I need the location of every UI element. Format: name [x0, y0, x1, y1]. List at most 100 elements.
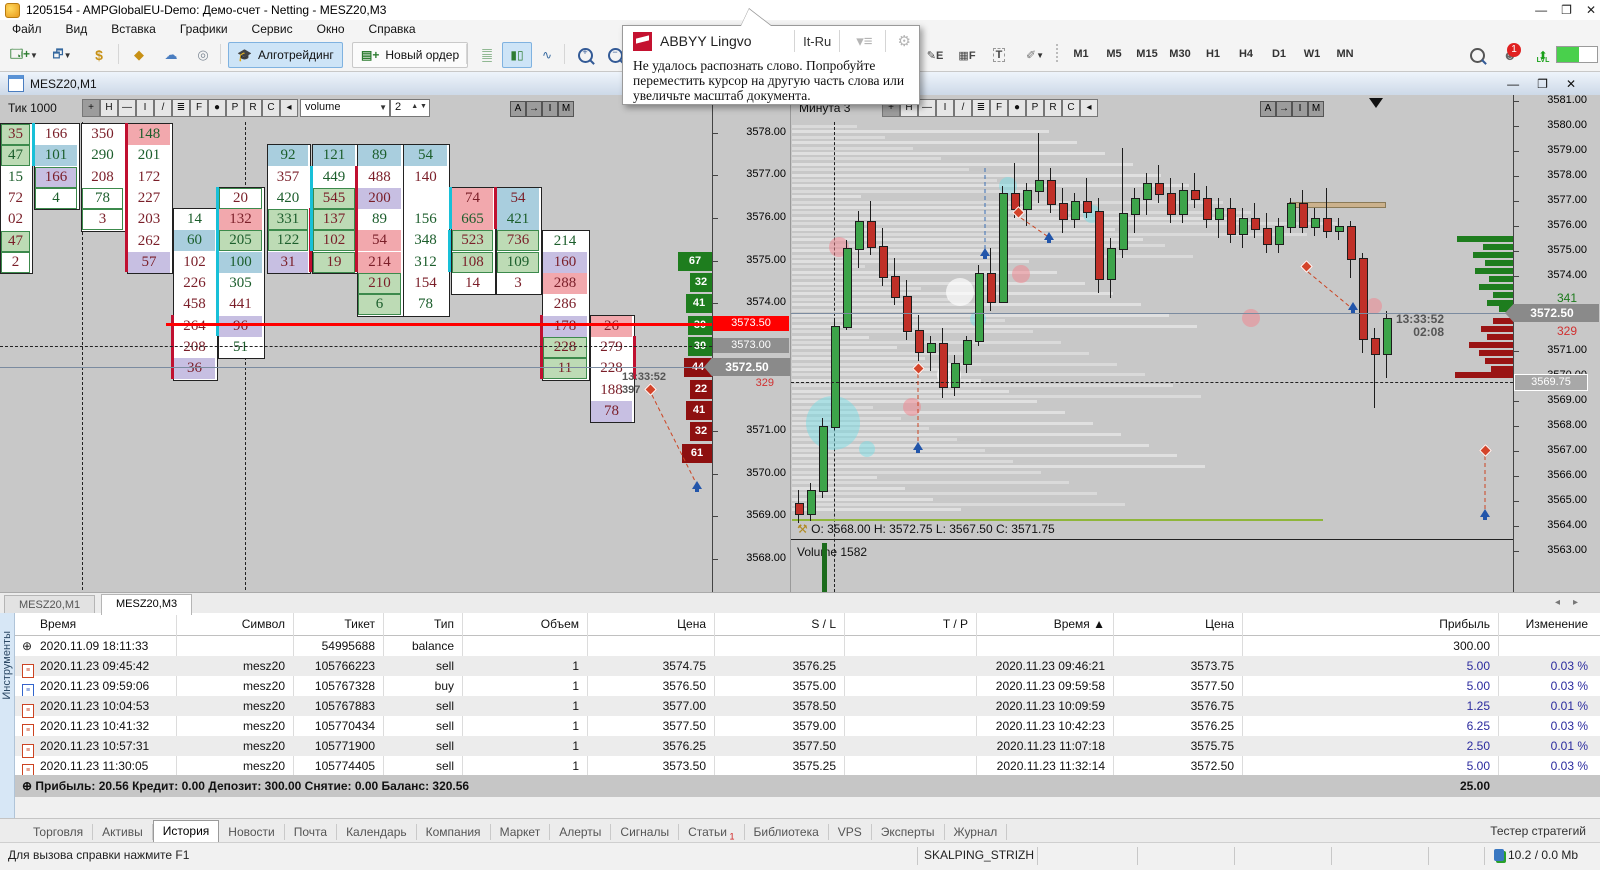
table-row[interactable]: ≡ 2020.11.23 11:30:05 mesz20 105774405 sell 1… [14, 756, 1600, 778]
timeframe-D1[interactable]: D1 [1264, 43, 1294, 65]
gear-icon[interactable]: ⚙ [898, 32, 911, 50]
zoom-in-icon[interactable]: + [570, 42, 600, 68]
toolbox-tab-Сигналы[interactable]: Сигналы [611, 823, 680, 840]
lvl-icon[interactable]: ⬆ LVL [1530, 42, 1556, 68]
right-price-axis[interactable] [1513, 95, 1514, 592]
table-row[interactable]: ≡ 2020.11.23 10:57:31 mesz20 105771900 sell 1… [14, 736, 1600, 758]
corner-btn-→-right[interactable]: → [1276, 101, 1292, 117]
signal-icon[interactable]: ◎ [188, 42, 218, 68]
toolbox-tab-Компания[interactable]: Компания [417, 823, 491, 840]
chart-tool-—-left[interactable]: — [118, 99, 136, 117]
column-header-Цена[interactable]: Цена [1119, 614, 1234, 635]
chart-tool-/-right[interactable]: / [954, 99, 972, 117]
text-label-icon[interactable]: T [984, 42, 1014, 68]
chart-tool-●-left[interactable]: ● [208, 99, 226, 117]
menu-Файл[interactable]: Файл [0, 22, 54, 36]
chart-tool-P-right[interactable]: P [1026, 99, 1044, 117]
new-order-button[interactable]: ▤+ Новый ордер [352, 42, 469, 68]
chart-tool-◂-right[interactable]: ◂ [1080, 99, 1098, 117]
menu-Графики[interactable]: Графики [168, 22, 240, 36]
corner-btn-M-right[interactable]: M [1308, 101, 1324, 117]
toolbox-tab-Эксперты[interactable]: Эксперты [872, 823, 945, 840]
column-header-Прибыль[interactable]: Прибыль [1248, 614, 1490, 635]
toolbox-tab-Библиотека[interactable]: Библиотека [745, 823, 829, 840]
chart-tool-≣-right[interactable]: ≣ [972, 99, 990, 117]
menu-Сервис[interactable]: Сервис [240, 22, 305, 36]
toolbox-tab-Торговля[interactable]: Торговля [24, 823, 94, 840]
column-header-S / L[interactable]: S / L [720, 614, 836, 635]
timeframe-W1[interactable]: W1 [1297, 43, 1327, 65]
timeframe-H1[interactable]: H1 [1198, 43, 1228, 65]
timeframe-M15[interactable]: M15 [1132, 43, 1162, 65]
chart-tool-H-left[interactable]: H [100, 99, 118, 117]
toolbox-tab-Активы[interactable]: Активы [93, 823, 153, 840]
chart-tool-F-left[interactable]: F [190, 99, 208, 117]
chart-tool-I-left[interactable]: I [136, 99, 154, 117]
scroll-to-end-icon[interactable] [1369, 98, 1383, 108]
table-row[interactable]: ⊕ 2020.11.09 18:11:33 54995688 balance 300.0… [14, 636, 1600, 656]
chart-tool-◂-left[interactable]: ◂ [280, 99, 298, 117]
graduation-cap-icon[interactable]: ▾≡ [856, 32, 872, 50]
timeframe-H4[interactable]: H4 [1231, 43, 1261, 65]
menu-Окно[interactable]: Окно [305, 22, 357, 36]
entry-price-line[interactable] [166, 323, 712, 326]
cloud-icon[interactable]: ☁ [156, 42, 186, 68]
candle-chart-pane[interactable]: Минута 3 + H — I / ≣ F ● P R C ◂ A → I M 3581.00 3580.00 35… [790, 95, 1600, 592]
table-row[interactable]: ≡ 2020.11.23 09:59:06 mesz20 105767328 buy 1 3… [14, 676, 1600, 698]
column-header-Цена[interactable]: Цена [593, 614, 706, 635]
minimize-icon[interactable]: — [1535, 3, 1547, 17]
timeframe-M30[interactable]: M30 [1165, 43, 1195, 65]
notifications-icon[interactable]: ☻1 [1494, 42, 1526, 68]
toolbox-tab-Почта[interactable]: Почта [285, 823, 338, 840]
indicator-f-icon[interactable]: ▦F [952, 42, 982, 68]
tab-scroll-left-icon[interactable]: ◂ [1555, 597, 1560, 608]
timeframe-M5[interactable]: M5 [1099, 43, 1129, 65]
wallet-icon[interactable]: ◆ [124, 42, 154, 68]
column-header-Объем[interactable]: Объем [468, 614, 579, 635]
column-header-Время[interactable]: Время ▲ [982, 614, 1105, 635]
style-icon[interactable]: ✐ ▼ [1016, 42, 1054, 68]
candles-chart-icon[interactable]: ▮▯ [502, 42, 532, 68]
toolbox-tab-Новости[interactable]: Новости [219, 823, 285, 840]
chart-tool-F-right[interactable]: F [990, 99, 1008, 117]
timeframe-M1[interactable]: M1 [1066, 43, 1096, 65]
chart-tool-+-left[interactable]: + [82, 99, 100, 117]
chart-close-icon[interactable]: ✕ [1566, 77, 1576, 91]
chart-tool-/-left[interactable]: / [154, 99, 172, 117]
chart-tool-R-left[interactable]: R [244, 99, 262, 117]
window-tab-MESZ20,M1[interactable]: MESZ20,M1 [4, 595, 96, 614]
chart-minimize-icon[interactable]: ― [1507, 77, 1519, 91]
indicator-e-icon[interactable]: ✎E [920, 42, 950, 68]
table-row[interactable]: ≡ 2020.11.23 09:45:42 mesz20 105766223 sell 1… [14, 656, 1600, 678]
column-header-Время[interactable]: Время [40, 614, 172, 635]
column-header-Символ[interactable]: Символ [182, 614, 285, 635]
table-row[interactable]: ≡ 2020.11.23 10:41:32 mesz20 105770434 sell 1… [14, 716, 1600, 738]
menu-Справка[interactable]: Справка [357, 22, 428, 36]
window-tab-MESZ20,M3[interactable]: MESZ20,M3 [101, 594, 193, 615]
toolbox-tab-Журнал[interactable]: Журнал [945, 823, 1008, 840]
chart-restore-icon[interactable]: ❐ [1537, 77, 1548, 91]
toolbox-tab-Алерты[interactable]: Алерты [550, 823, 612, 840]
toolbox-tab-Статьи[interactable]: Статьи 1 [679, 823, 745, 841]
crosshair-tools-icon[interactable]: ⚒ [797, 522, 808, 536]
corner-btn-M-left[interactable]: M [558, 101, 574, 117]
column-header-Тип[interactable]: Тип [389, 614, 454, 635]
chart-tool-I-right[interactable]: I [936, 99, 954, 117]
period-spinner[interactable]: 2 ▲ ▼ [390, 99, 430, 117]
maximize-icon[interactable]: ❐ [1561, 3, 1572, 17]
chart-tool-P-left[interactable]: P [226, 99, 244, 117]
footprint-chart-pane[interactable]: Тик 1000 + H — I / ≣ F ● P R C ◂ volume ▼ 2 ▲ ▼ A → I M 3578.… [0, 95, 790, 592]
column-header-T / P[interactable]: T / P [850, 614, 968, 635]
toolbox-tab-Маркет[interactable]: Маркет [491, 823, 551, 840]
corner-btn-A-right[interactable]: A [1260, 101, 1276, 117]
corner-btn-A-left[interactable]: A [510, 101, 526, 117]
table-row[interactable]: ≡ 2020.11.23 10:04:53 mesz20 105767883 sell 1… [14, 696, 1600, 718]
toolbox-sidebar[interactable]: Инструменты [0, 613, 15, 818]
corner-btn-I-right[interactable]: I [1292, 101, 1308, 117]
timeframe-MN[interactable]: MN [1330, 43, 1360, 65]
toolbox-tab-История[interactable]: История [152, 819, 220, 843]
corner-btn-I-left[interactable]: I [542, 101, 558, 117]
popup-language-pair[interactable]: It-Ru [803, 34, 831, 49]
bars-chart-icon[interactable]: 𝄛 [472, 42, 502, 68]
search-icon[interactable] [1462, 42, 1492, 68]
